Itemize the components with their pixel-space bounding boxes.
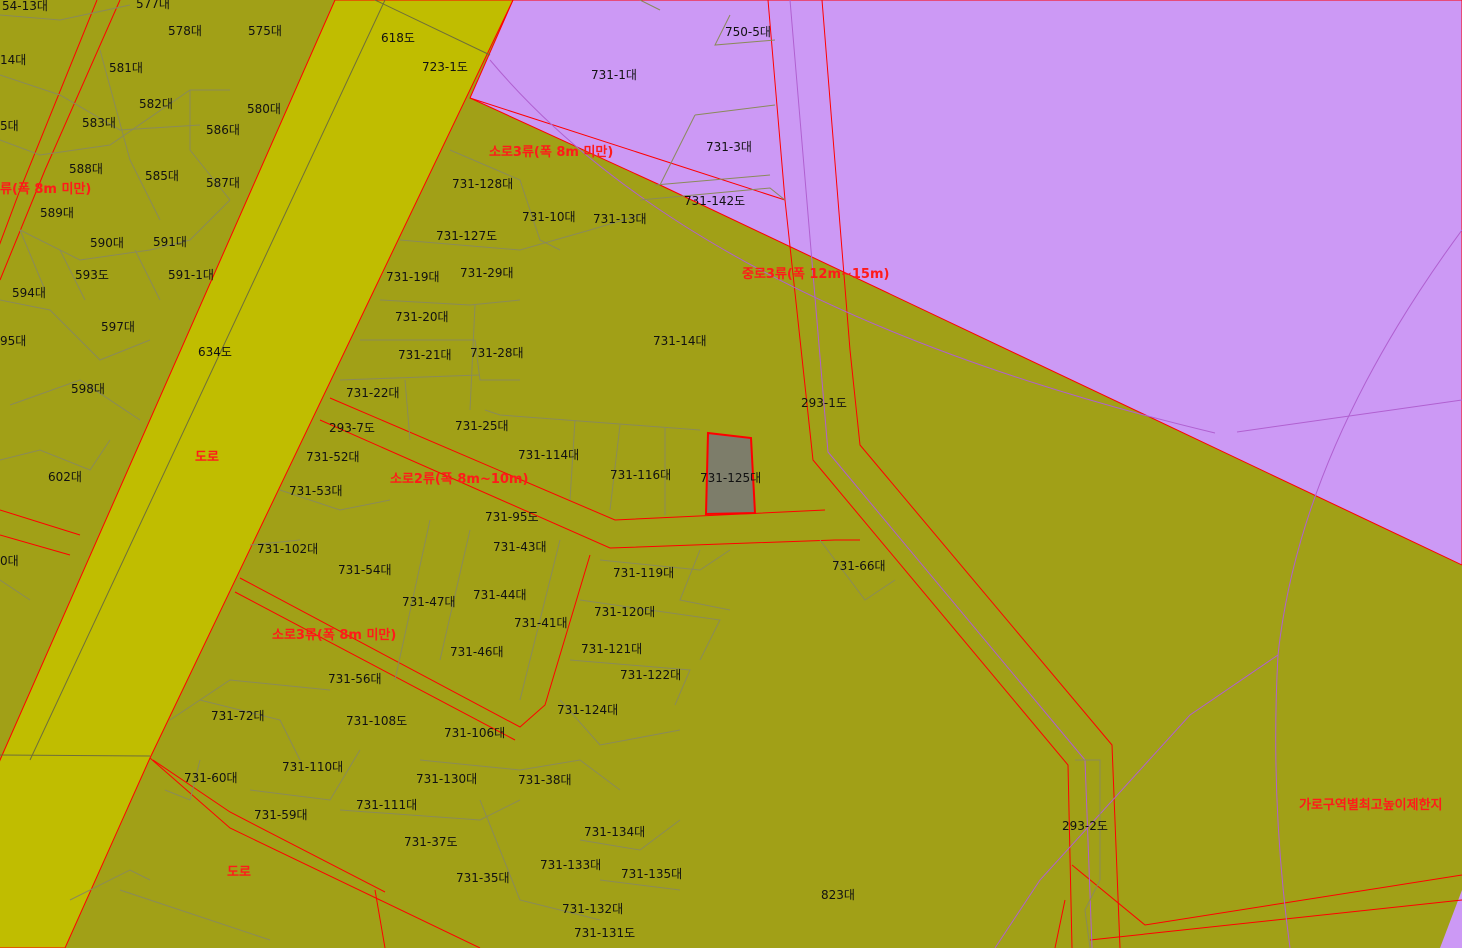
parcel-label[interactable]: 731-122대 bbox=[620, 668, 681, 682]
parcel-label[interactable]: 731-135대 bbox=[621, 867, 682, 881]
parcel-label[interactable]: 731-54대 bbox=[338, 563, 392, 577]
parcel-label[interactable]: 731-20대 bbox=[395, 310, 449, 324]
parcel-label[interactable]: 731-21대 bbox=[398, 348, 452, 362]
parcel-label[interactable]: 731-53대 bbox=[289, 484, 343, 498]
parcel-label[interactable]: 723-1도 bbox=[422, 60, 468, 74]
parcel-label[interactable]: 54-13대 bbox=[2, 0, 48, 13]
parcel-label[interactable]: 731-131도 bbox=[574, 926, 635, 940]
parcel-label[interactable]: 731-119대 bbox=[613, 566, 674, 580]
parcel-label[interactable]: 588대 bbox=[69, 162, 103, 176]
parcel-label[interactable]: 634도 bbox=[198, 345, 232, 359]
parcel-label[interactable]: 731-120대 bbox=[594, 605, 655, 619]
parcel-label[interactable]: 731-47대 bbox=[402, 595, 456, 609]
map-canvas[interactable]: 54-13대 577대 578대 575대 618도 723-1도 750-5대… bbox=[0, 0, 1462, 948]
parcel-label[interactable]: 293-7도 bbox=[329, 421, 375, 435]
parcel-label[interactable]: 95대 bbox=[0, 334, 26, 348]
parcel-label[interactable]: 583대 bbox=[82, 116, 116, 130]
parcel-label[interactable]: 731-25대 bbox=[455, 419, 509, 433]
road-label[interactable]: 도로 bbox=[227, 865, 251, 880]
parcel-label[interactable]: 731-19대 bbox=[386, 270, 440, 284]
parcel-label[interactable]: 586대 bbox=[206, 123, 240, 137]
parcel-label[interactable]: 591대 bbox=[153, 235, 187, 249]
parcel-label[interactable]: 731-13대 bbox=[593, 212, 647, 226]
parcel-label[interactable]: 293-2도 bbox=[1062, 819, 1108, 833]
parcel-label[interactable]: 731-41대 bbox=[514, 616, 568, 630]
road-label[interactable]: 가로구역별최고높이제한지 bbox=[1299, 797, 1443, 813]
parcel-label[interactable]: 731-127도 bbox=[436, 229, 497, 243]
parcel-label[interactable]: 731-44대 bbox=[473, 588, 527, 602]
parcel-label[interactable]: 590대 bbox=[90, 236, 124, 250]
parcel-label[interactable]: 731-66대 bbox=[832, 559, 886, 573]
parcel-label[interactable]: 731-59대 bbox=[254, 808, 308, 822]
parcel-label[interactable]: 731-1대 bbox=[591, 68, 637, 82]
parcel-label[interactable]: 731-28대 bbox=[470, 346, 524, 360]
parcel-label[interactable]: 731-116대 bbox=[610, 468, 671, 482]
parcel-label[interactable]: 731-35대 bbox=[456, 871, 510, 885]
road-label[interactable]: 도로 bbox=[195, 450, 219, 465]
road-label[interactable]: 류(폭 8m 미만) bbox=[0, 181, 91, 197]
parcel-label[interactable]: 731-133대 bbox=[540, 858, 601, 872]
road-label[interactable]: 중로3류(폭 12m~15m) bbox=[742, 267, 889, 282]
parcel-label[interactable]: 577대 bbox=[136, 0, 170, 11]
parcel-label[interactable]: 0대 bbox=[0, 554, 19, 568]
parcel-label[interactable]: 731-128대 bbox=[452, 177, 513, 191]
parcel-label[interactable]: 618도 bbox=[381, 31, 415, 45]
parcel-label[interactable]: 750-5대 bbox=[725, 25, 771, 39]
road-label[interactable]: 소로3류(폭 8m 미만) bbox=[489, 144, 613, 160]
parcel-label[interactable]: 598대 bbox=[71, 382, 105, 396]
parcel-label[interactable]: 5대 bbox=[0, 119, 19, 133]
parcel-label[interactable]: 731-124대 bbox=[557, 703, 618, 717]
parcel-label[interactable]: 731-110대 bbox=[282, 760, 343, 774]
parcel-label[interactable]: 731-14대 bbox=[653, 334, 707, 348]
parcel-label[interactable]: 731-125대 bbox=[700, 471, 761, 485]
parcel-label[interactable]: 582대 bbox=[139, 97, 173, 111]
parcel-label[interactable]: 731-134대 bbox=[584, 825, 645, 839]
parcel-label[interactable]: 580대 bbox=[247, 102, 281, 116]
cadastral-map[interactable]: 54-13대 577대 578대 575대 618도 723-1도 750-5대… bbox=[0, 0, 1462, 948]
parcel-label[interactable]: 594대 bbox=[12, 286, 46, 300]
parcel-label[interactable]: 731-60대 bbox=[184, 771, 238, 785]
parcel-label[interactable]: 823대 bbox=[821, 888, 855, 902]
parcel-label[interactable]: 581대 bbox=[109, 61, 143, 75]
parcel-label[interactable]: 731-130대 bbox=[416, 772, 477, 786]
parcel-label[interactable]: 731-22대 bbox=[346, 386, 400, 400]
parcel-label[interactable]: 731-72대 bbox=[211, 709, 265, 723]
parcel-label[interactable]: 731-10대 bbox=[522, 210, 576, 224]
parcel-label[interactable]: 731-108도 bbox=[346, 714, 407, 728]
parcel-label[interactable]: 602대 bbox=[48, 470, 82, 484]
parcel-label[interactable]: 731-132대 bbox=[562, 902, 623, 916]
parcel-label[interactable]: 731-111대 bbox=[356, 798, 417, 812]
parcel-label[interactable]: 591-1대 bbox=[168, 268, 214, 282]
parcel-label[interactable]: 731-29대 bbox=[460, 266, 514, 280]
parcel-label[interactable]: 575대 bbox=[248, 24, 282, 38]
parcel-label[interactable]: 731-95도 bbox=[485, 510, 539, 524]
parcel-label[interactable]: 731-106대 bbox=[444, 726, 505, 740]
parcel-label[interactable]: 14대 bbox=[0, 53, 26, 67]
parcel-label[interactable]: 731-46대 bbox=[450, 645, 504, 659]
parcel-label[interactable]: 578대 bbox=[168, 24, 202, 38]
parcel-label[interactable]: 589대 bbox=[40, 206, 74, 220]
parcel-label[interactable]: 731-121대 bbox=[581, 642, 642, 656]
parcel-label[interactable]: 731-37도 bbox=[404, 835, 458, 849]
parcel-label[interactable]: 597대 bbox=[101, 320, 135, 334]
road-label[interactable]: 소로2류(폭 8m~10m) bbox=[390, 472, 528, 487]
parcel-label[interactable]: 731-142도 bbox=[684, 194, 745, 208]
parcel-label[interactable]: 731-102대 bbox=[257, 542, 318, 556]
parcel-label[interactable]: 731-43대 bbox=[493, 540, 547, 554]
parcel-label[interactable]: 731-52대 bbox=[306, 450, 360, 464]
road-label[interactable]: 소로3류(폭 8m 미만) bbox=[272, 627, 396, 643]
parcel-label[interactable]: 293-1도 bbox=[801, 396, 847, 410]
parcel-label[interactable]: 585대 bbox=[145, 169, 179, 183]
parcel-label[interactable]: 731-3대 bbox=[706, 140, 752, 154]
parcel-label[interactable]: 587대 bbox=[206, 176, 240, 190]
parcel-label[interactable]: 731-38대 bbox=[518, 773, 572, 787]
parcel-label[interactable]: 731-114대 bbox=[518, 448, 579, 462]
parcel-label[interactable]: 731-56대 bbox=[328, 672, 382, 686]
parcel-label[interactable]: 593도 bbox=[75, 268, 109, 282]
